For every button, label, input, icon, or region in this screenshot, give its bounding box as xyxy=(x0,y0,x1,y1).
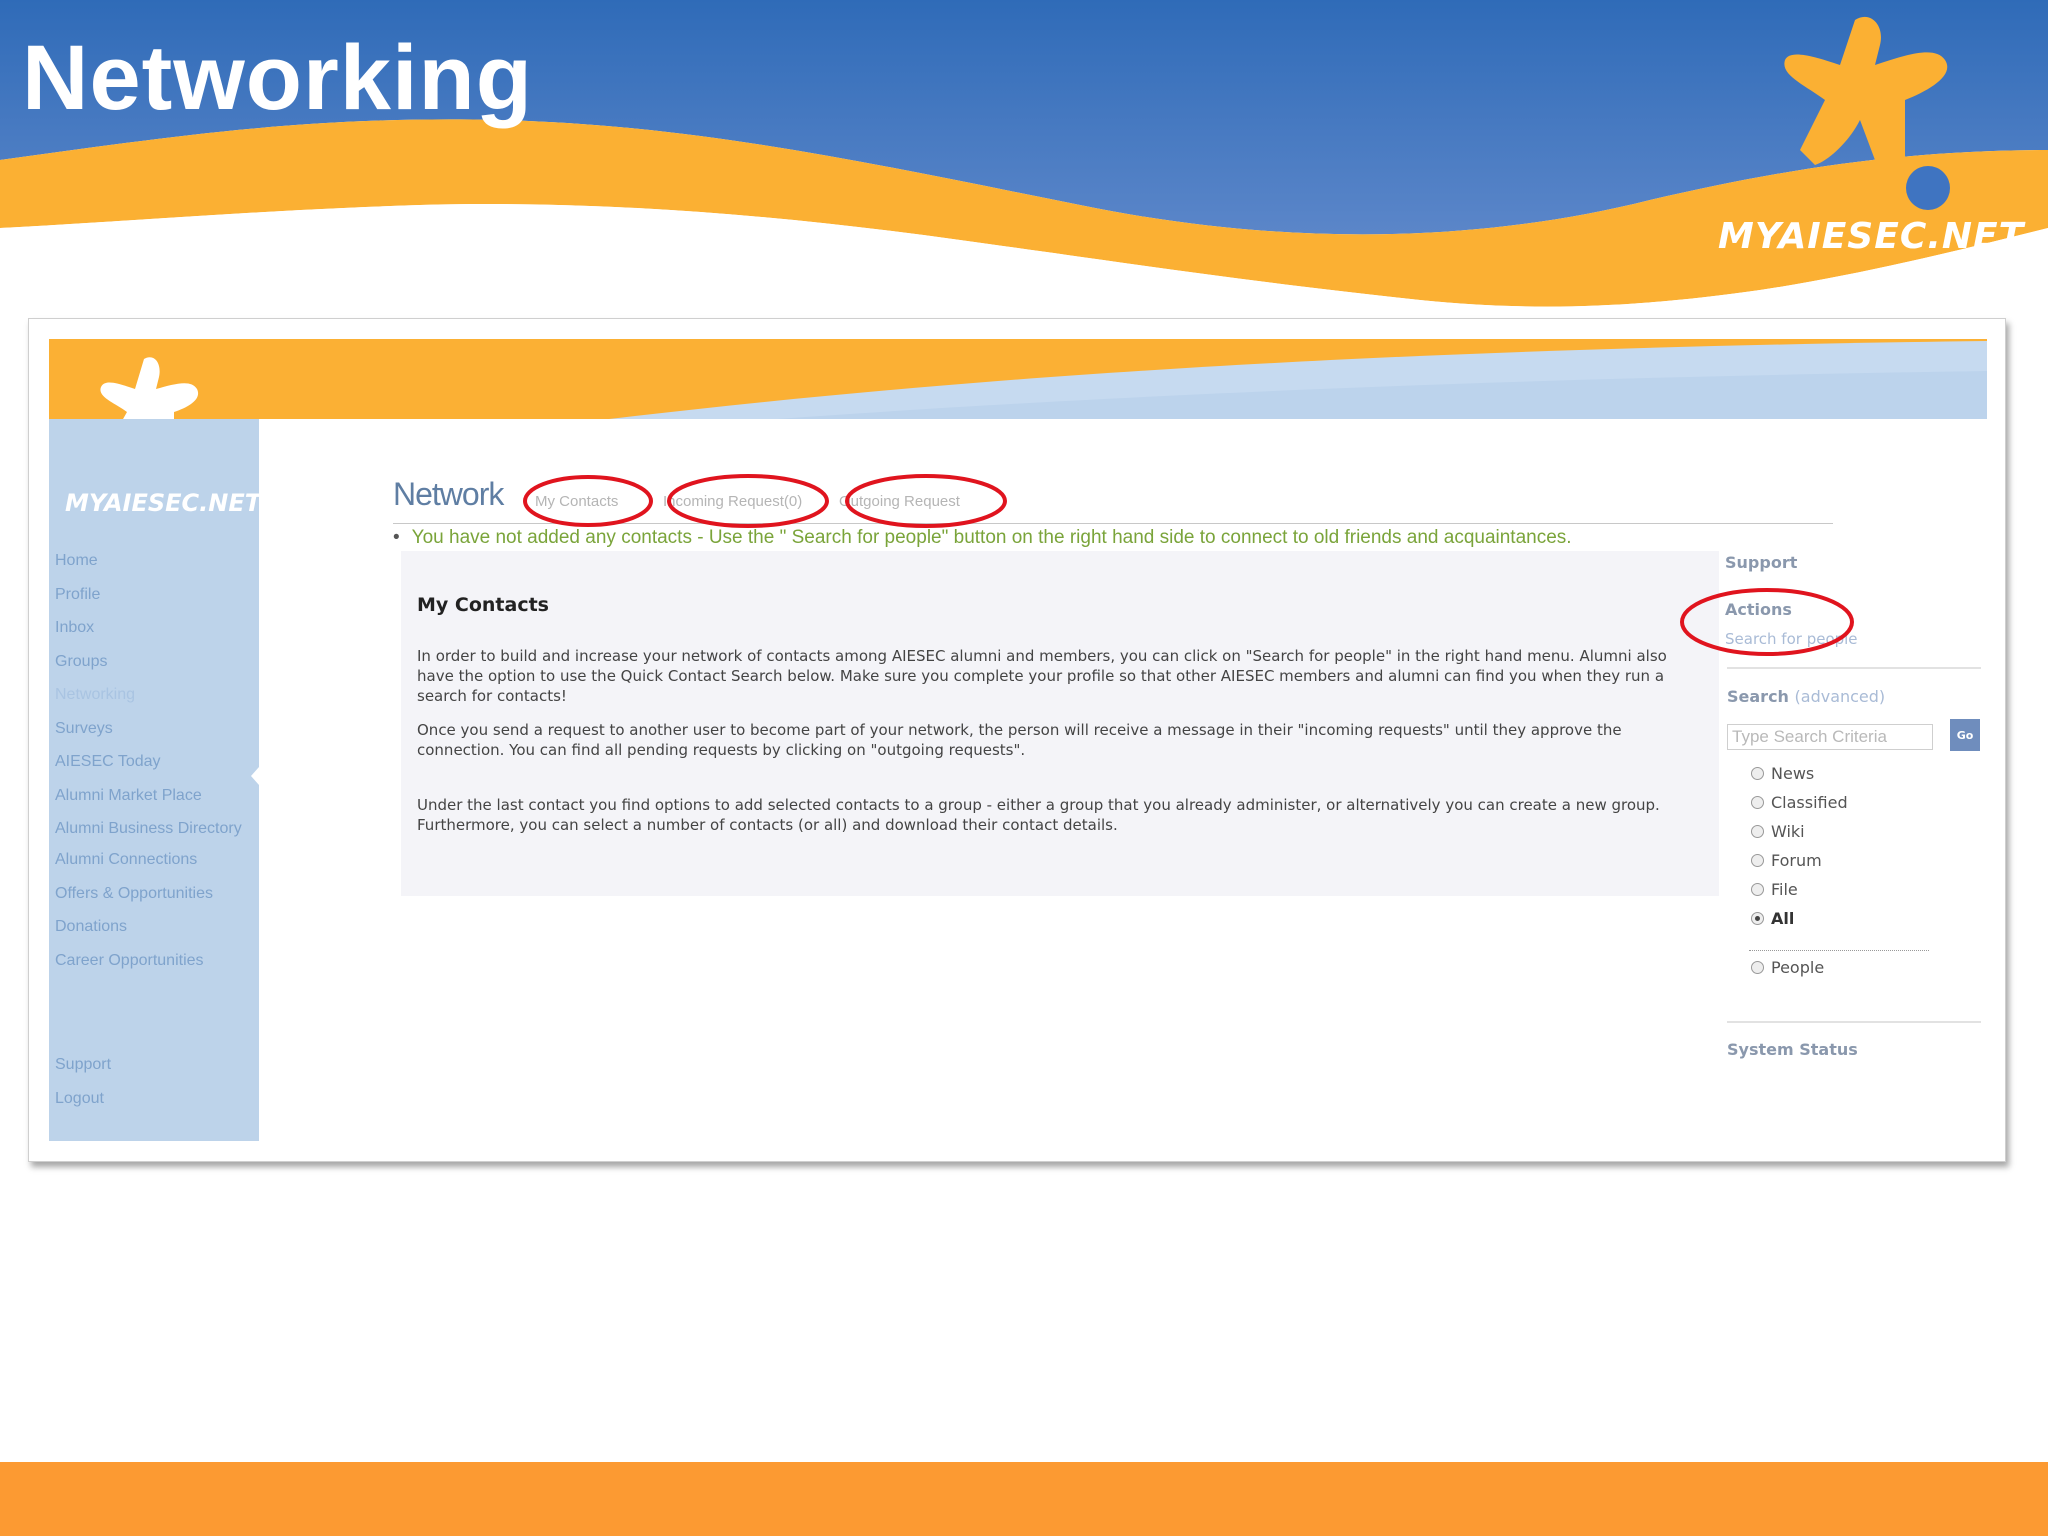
radio-people[interactable]: People xyxy=(1751,958,1824,977)
search-for-people-link[interactable]: Search for people xyxy=(1725,630,1858,648)
tab-outgoing-request[interactable]: Outgoing Request xyxy=(839,493,960,510)
nav-item-alumni-business-directory[interactable]: Alumni Business Directory xyxy=(55,819,255,839)
radio-icon[interactable] xyxy=(1751,796,1764,809)
website-page: MYAIESEC.NET Home Profile Inbox Groups N… xyxy=(49,339,1987,1141)
radio-classified[interactable]: Classified xyxy=(1751,793,1848,812)
nav-item-career-opportunities[interactable]: Career Opportunities xyxy=(55,951,255,971)
nav-item-inbox[interactable]: Inbox xyxy=(55,618,255,638)
radio-all[interactable]: All xyxy=(1751,909,1794,928)
radio-label: Forum xyxy=(1771,851,1822,870)
radio-icon[interactable] xyxy=(1751,854,1764,867)
radio-wiki[interactable]: Wiki xyxy=(1751,822,1805,841)
tab-incoming-request[interactable]: Incoming Request(0) xyxy=(663,493,802,510)
radio-icon[interactable] xyxy=(1751,883,1764,896)
nav-item-logout[interactable]: Logout xyxy=(55,1089,111,1109)
nav-item-alumni-market-place[interactable]: Alumni Market Place xyxy=(55,786,255,806)
sidebar-support-heading[interactable]: Support xyxy=(1725,553,1797,572)
slide-footer-bar xyxy=(0,1462,2048,1536)
radio-label: File xyxy=(1771,880,1798,899)
radio-checked-icon[interactable] xyxy=(1751,912,1764,925)
nav-item-networking[interactable]: Networking xyxy=(55,685,255,705)
site-logo: MYAIESEC.NET xyxy=(65,489,262,517)
advanced-search-link[interactable]: (advanced) xyxy=(1795,687,1886,706)
panel-title: My Contacts xyxy=(417,594,549,616)
search-label: Search xyxy=(1727,687,1789,706)
bullet-icon: • xyxy=(393,527,400,548)
divider xyxy=(1727,667,1981,669)
radio-icon[interactable] xyxy=(1751,961,1764,974)
info-paragraph: In order to build and increase your netw… xyxy=(417,647,1667,705)
nav-list: Home Profile Inbox Groups Networking Sur… xyxy=(55,551,255,984)
go-button[interactable]: Go xyxy=(1950,719,1980,751)
radio-icon[interactable] xyxy=(1751,767,1764,780)
radio-label: People xyxy=(1771,958,1825,977)
search-input[interactable] xyxy=(1727,724,1933,750)
radio-forum[interactable]: Forum xyxy=(1751,851,1822,870)
system-status-heading[interactable]: System Status xyxy=(1727,1040,1858,1059)
nav-item-home[interactable]: Home xyxy=(55,551,255,571)
nav-lower: Support Logout xyxy=(55,1055,111,1122)
nav-item-offers-opportunities[interactable]: Offers & Opportunities xyxy=(55,884,255,904)
nav-item-support[interactable]: Support xyxy=(55,1055,111,1075)
info-paragraph: Under the last contact you find options … xyxy=(417,796,1660,834)
right-sidebar: Support Actions Search for people Search… xyxy=(1725,339,1987,1141)
nav-item-alumni-connections[interactable]: Alumni Connections xyxy=(55,850,255,870)
radio-icon[interactable] xyxy=(1751,825,1764,838)
tab-my-contacts[interactable]: My Contacts xyxy=(535,493,618,510)
page-title: Network xyxy=(393,476,504,512)
radio-file[interactable]: File xyxy=(1751,880,1798,899)
brand-logo: MYAIESEC.NET xyxy=(1718,216,2025,257)
screenshot-frame: MYAIESEC.NET Home Profile Inbox Groups N… xyxy=(28,318,2006,1162)
radio-label: All xyxy=(1771,909,1795,928)
dotted-divider xyxy=(1749,950,1929,951)
tab-divider xyxy=(393,523,1833,524)
nav-item-groups[interactable]: Groups xyxy=(55,652,255,672)
nav-item-profile[interactable]: Profile xyxy=(55,585,255,605)
slide-title: Networking xyxy=(22,27,533,129)
my-contacts-panel: My Contacts In order to build and increa… xyxy=(401,551,1719,896)
divider xyxy=(1727,1021,1981,1023)
nav-item-aiesec-today[interactable]: AIESEC Today xyxy=(55,752,255,772)
nav-item-donations[interactable]: Donations xyxy=(55,917,255,937)
radio-news[interactable]: News xyxy=(1751,764,1814,783)
radio-label: Classified xyxy=(1771,793,1848,812)
info-paragraph: Once you send a request to another user … xyxy=(417,721,1622,759)
sidebar-search-heading: Search (advanced) xyxy=(1727,687,1885,706)
notice-text: You have not added any contacts - Use th… xyxy=(411,527,1572,548)
nav-item-surveys[interactable]: Surveys xyxy=(55,719,255,739)
radio-label: News xyxy=(1771,764,1815,783)
radio-label: Wiki xyxy=(1771,822,1805,841)
notice-message: • You have not added any contacts - Use t… xyxy=(393,527,1572,549)
sidebar-actions-heading: Actions xyxy=(1725,600,1792,619)
mascot-ball-icon xyxy=(1906,166,1950,210)
